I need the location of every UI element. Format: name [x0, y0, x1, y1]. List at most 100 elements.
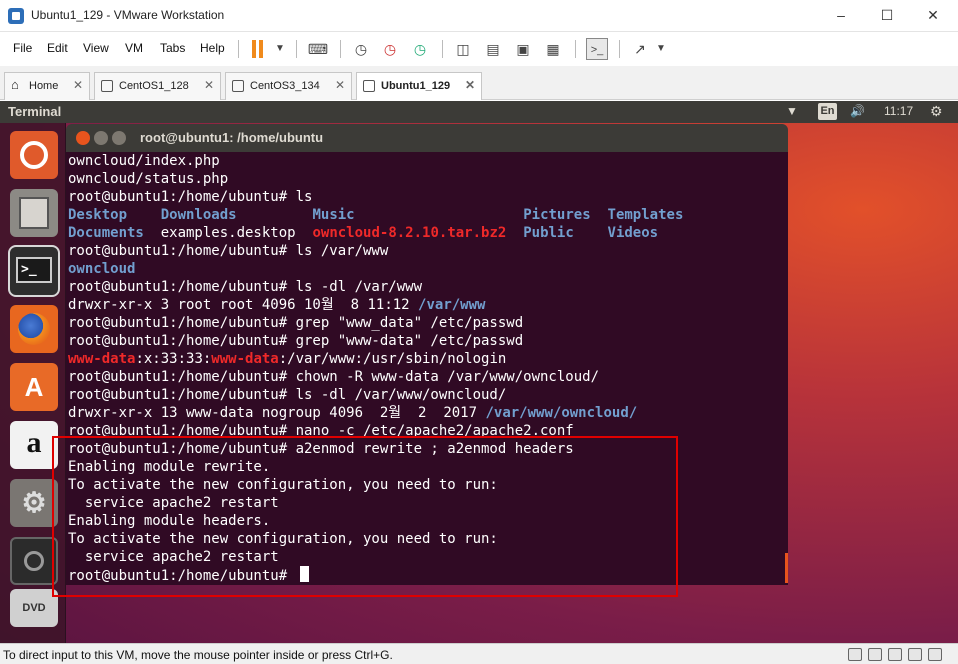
network-status-icon[interactable] [888, 648, 902, 661]
hard-disk-status-icon[interactable] [848, 648, 862, 661]
firefox-icon[interactable] [10, 305, 58, 353]
tab-centos1[interactable]: CentOS1_128 ✕ [94, 72, 221, 100]
stretch-guest-icon[interactable]: ↗ [629, 38, 651, 60]
thumbnail-bar-icon[interactable]: ▤ [482, 38, 504, 60]
terminal-text: owncloud/index.php [68, 153, 220, 169]
menu-tabs[interactable]: Tabs [160, 41, 185, 55]
toolbar-separator [340, 40, 341, 58]
terminal-text: owncloud/status.php [68, 171, 229, 187]
terminal-text: Documents [68, 225, 144, 241]
revert-snapshot-icon[interactable]: ◷ [379, 38, 401, 60]
menu-file[interactable]: File [13, 41, 32, 55]
stretch-dropdown-icon[interactable]: ▼ [650, 38, 672, 60]
maximize-icon[interactable]: ☐ [872, 4, 902, 26]
tab-home[interactable]: ⌂ Home ✕ [4, 72, 90, 100]
close-tab-icon[interactable]: ✕ [335, 78, 345, 92]
terminal-text: Public [523, 225, 574, 241]
unity-icon[interactable]: ▦ [542, 38, 564, 60]
clock[interactable]: 11:17 [884, 104, 913, 118]
power-dropdown-icon[interactable]: ▼ [269, 38, 291, 60]
close-tab-icon[interactable]: ✕ [73, 78, 83, 92]
vm-icon [101, 80, 113, 92]
terminal-text: /var/www [418, 297, 486, 313]
volume-icon[interactable]: 🔊 [850, 104, 865, 118]
vm-icon [232, 80, 244, 92]
usb-status-icon[interactable] [908, 648, 922, 661]
toolbar-separator [238, 40, 239, 58]
menu-help[interactable]: Help [200, 41, 225, 55]
menu-vm[interactable]: VM [125, 41, 143, 55]
terminal-text: root@ubuntu1:/home/ubuntu# ls [68, 189, 313, 205]
terminal-text: /var/www/owncloud/ [485, 405, 638, 421]
settings-gear-icon[interactable]: ⚙ [930, 103, 943, 120]
terminal-text: Music [312, 207, 355, 223]
terminal-text: root@ubuntu1:/home/ubuntu# ls -dl /var/w… [68, 387, 507, 403]
software-center-icon[interactable]: A [10, 363, 58, 411]
terminal-text: Desktop [68, 207, 128, 223]
minimize-icon[interactable]: – [826, 4, 856, 26]
close-icon[interactable]: ✕ [918, 4, 948, 26]
vmware-logo-icon [8, 8, 24, 24]
toolbar-separator [575, 40, 576, 58]
terminal-text: owncloud [68, 261, 136, 277]
files-icon[interactable] [10, 189, 58, 237]
terminal-text: root@ubuntu1:/home/ubuntu# grep "www_dat… [68, 315, 524, 331]
tab-label: Ubuntu1_129 [381, 80, 451, 92]
amazon-icon[interactable]: a [10, 421, 58, 469]
vm-tabs: ⌂ Home ✕ CentOS1_128 ✕ CentOS3_134 ✕ Ubu… [0, 66, 958, 100]
scrollbar-indicator[interactable] [785, 553, 788, 583]
home-icon: ⌂ [11, 77, 19, 92]
snapshot-manager-icon[interactable]: ◷ [409, 38, 431, 60]
console-view-icon[interactable]: >_ [586, 38, 608, 60]
terminal-line: root@ubuntu1:/home/ubuntu# grep "www-dat… [68, 332, 523, 350]
network-icon[interactable]: ▼ [786, 104, 798, 118]
status-bar: To direct input to this VM, move the mou… [0, 643, 958, 664]
terminal-titlebar[interactable]: root@ubuntu1: /home/ubuntu [66, 124, 788, 152]
terminal-line: root@ubuntu1:/home/ubuntu# ls -dl /var/w… [68, 278, 422, 296]
terminal-line: drwxr-xr-x 13 www-data nogroup 4096 2월 2… [68, 404, 637, 422]
send-ctrl-alt-del-icon[interactable]: ⌨ [307, 38, 329, 60]
terminal-line: root@ubuntu1:/home/ubuntu# chown -R www-… [68, 368, 599, 386]
input-method-badge[interactable]: En [818, 103, 837, 120]
file-cabinet-icon [19, 197, 49, 229]
system-settings-icon[interactable]: ⚙ [10, 479, 58, 527]
terminal-icon[interactable]: >_ [8, 245, 60, 297]
sound-status-icon[interactable] [928, 648, 942, 661]
close-tab-icon[interactable]: ✕ [204, 78, 214, 92]
dvd-icon[interactable]: DVD [10, 589, 58, 627]
terminal-text: :x:33:33: [135, 351, 212, 367]
firefox-globe-icon [18, 313, 50, 345]
cd-drive-status-icon[interactable] [868, 648, 882, 661]
terminal-text: root@ubuntu1:/home/ubuntu# grep "www-dat… [68, 333, 524, 349]
terminal-text: root@ubuntu1:/home/ubuntu# ls /var/www [68, 243, 389, 259]
terminal-text: Videos [607, 225, 659, 241]
terminal-line: root@ubuntu1:/home/ubuntu# ls -dl /var/w… [68, 386, 506, 404]
snapshot-icon[interactable]: ◷ [350, 38, 372, 60]
tab-ubuntu1[interactable]: Ubuntu1_129 ✕ [356, 72, 482, 100]
tab-centos3[interactable]: CentOS3_134 ✕ [225, 72, 352, 100]
ubuntu-dash-icon[interactable] [10, 131, 58, 179]
menu-toolbar: File Edit View VM Tabs Help ▼ ⌨ ◷ ◷ ◷ ◫ … [0, 32, 958, 66]
terminal-minimize-icon[interactable] [94, 131, 108, 145]
pause-icon[interactable] [251, 40, 265, 58]
toolbar-separator [442, 40, 443, 58]
terminal-maximize-icon[interactable] [112, 131, 126, 145]
sound-recorder-icon[interactable] [10, 537, 58, 585]
terminal-text: root@ubuntu1:/home/ubuntu# ls -dl /var/w… [68, 279, 423, 295]
menu-edit[interactable]: Edit [47, 41, 68, 55]
terminal-text: owncloud-8.2.10.tar.bz2 [312, 225, 507, 241]
terminal-text: Downloads [160, 207, 237, 223]
active-app-title: Terminal [8, 104, 62, 119]
full-screen-icon[interactable]: ▣ [512, 38, 534, 60]
toolbar-separator [296, 40, 297, 58]
tab-label: Home [29, 80, 59, 92]
terminal-text: Templates [607, 207, 684, 223]
vm-icon [363, 80, 375, 92]
terminal-close-icon[interactable] [76, 131, 90, 145]
show-library-icon[interactable]: ◫ [452, 38, 474, 60]
menu-view[interactable]: View [83, 41, 109, 55]
ubuntu-logo-icon [20, 141, 48, 169]
terminal-text: www-data [211, 351, 279, 367]
close-tab-icon[interactable]: ✕ [465, 78, 475, 92]
terminal-text: :/var/www:/usr/sbin/nologin [278, 351, 507, 367]
